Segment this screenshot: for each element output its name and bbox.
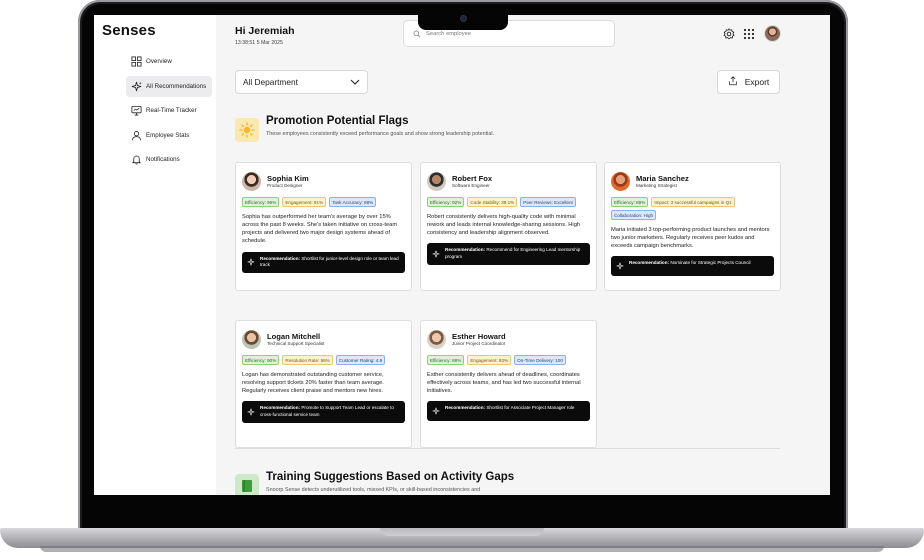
recommendation-label: Recommendation: (445, 247, 486, 253)
employee-summary: Logan has demonstrated outstanding custo… (242, 372, 384, 395)
avatar[interactable] (764, 25, 781, 42)
metric-badge: Peer Reviews: Excellent (520, 197, 576, 207)
employee-name: Logan Mitchell (267, 331, 321, 341)
metric-badge: Task Accuracy: 98% (329, 197, 377, 207)
monitor-icon (131, 105, 142, 116)
metric-badge: Resolution Rate: 96% (282, 355, 333, 365)
sidebar-item-employee-stats[interactable]: Employee Stats (126, 125, 212, 146)
employee-summary: Robert consistently delivers high-qualit… (427, 214, 581, 237)
department-value: All Department (243, 77, 298, 87)
webcam-icon (460, 15, 467, 22)
section-divider (235, 448, 780, 449)
sidebar-item-label: All Recommendations (146, 82, 207, 90)
employee-avatar (611, 172, 630, 191)
sparkle-icon (247, 258, 255, 266)
sparkle-icon (616, 263, 624, 270)
recommendation-text: Nominate for Strategic Projects Council (670, 260, 751, 266)
sidebar-item-notifications[interactable]: Notifications (126, 149, 212, 170)
employee-role: Software Engineer (452, 183, 490, 189)
metric-badge: Efficiency: 92% (427, 197, 465, 207)
recommendation-label: Recommendation: (445, 405, 486, 411)
recommendation-box[interactable]: Recommendation: Recommend for Engineerin… (427, 243, 590, 265)
metric-badge: Engagement: 93% (467, 355, 512, 365)
grid-icon (131, 56, 142, 67)
metric-badge: Customer Rating: 4.9 (335, 355, 386, 365)
sun-icon (235, 118, 259, 142)
sidebar-item-all-recommendations[interactable]: All Recommendations (126, 75, 212, 97)
export-icon (728, 76, 745, 88)
training-section-description: Snoorp Sense detects underutilized tools… (266, 487, 481, 493)
employee-avatar (427, 330, 446, 349)
metric-badge: Collaboration: High (611, 210, 657, 220)
metric-badge: Code Stability: 39.1% (467, 197, 518, 207)
metric-badge: Efficiency: 90% (242, 355, 280, 365)
promotion-section-title: Promotion Potential Flags (266, 115, 409, 127)
sparkle-icon (432, 250, 440, 258)
recommendation-label: Recommendation: (260, 405, 301, 411)
brand-logo[interactable]: Senses (102, 22, 156, 39)
promotion-section-description: These employees consistently exceed perf… (266, 131, 495, 137)
recommendation-label: Recommendation: (260, 255, 301, 261)
metric-badge: Impact: 3 successful campaigns in Q1 (651, 197, 735, 207)
gear-icon[interactable] (723, 28, 735, 40)
employee-summary: Sophia has outperformed her team's avera… (242, 214, 398, 245)
sidebar-item-label: Notifications (146, 156, 180, 163)
sidebar-nav: Overview All Recommendations Real-Time T… (126, 51, 212, 174)
department-select[interactable]: All Department (235, 70, 368, 94)
employee-role: Marketing Strategist (636, 183, 677, 189)
employee-card[interactable]: Robert Fox Software Engineer Efficiency:… (420, 162, 597, 291)
search-input[interactable] (426, 30, 596, 37)
employee-role: Junior Project Coordinator (452, 341, 506, 347)
recommendation-box[interactable]: Recommendation: Shortlist for Associate … (427, 401, 590, 422)
employee-avatar (427, 172, 446, 191)
training-section-title: Training Suggestions Based on Activity G… (266, 471, 515, 483)
bell-icon (131, 154, 142, 165)
recommendation-box[interactable]: Recommendation: Nominate for Strategic P… (611, 256, 774, 277)
employee-card[interactable]: Logan Mitchell Technical Support Special… (235, 320, 412, 448)
laptop-base-notch (380, 528, 544, 536)
metric-badge: Efficiency: 89% (611, 197, 649, 207)
employee-summary: Esther consistently delivers ahead of de… (427, 372, 581, 395)
recommendation-text: Shortlist for Associate Project Manager … (486, 405, 575, 411)
metric-badge: Efficiency: 96% (242, 197, 280, 207)
employee-name: Robert Fox (452, 173, 493, 183)
sidebar: Senses Overview All Recommendations Real… (94, 15, 216, 495)
current-datetime: 13:38:51 5 Mar 2025 (235, 40, 283, 46)
person-icon (131, 130, 142, 141)
sidebar-item-label: Real-Time Tracker (146, 107, 197, 114)
employee-avatar (242, 172, 261, 191)
employee-role: Technical Support Specialist (267, 341, 325, 347)
employee-avatar (242, 330, 261, 349)
app-screen: Senses Overview All Recommendations Real… (94, 15, 830, 495)
sparkle-icon (247, 408, 255, 416)
export-label: Export (744, 77, 770, 87)
employee-summary: Maria initiated 3 top-performing product… (611, 227, 770, 250)
metric-badge: Engagement: 91% (282, 197, 327, 207)
sparkle-icon (432, 408, 440, 415)
sparkle-icon (131, 81, 142, 92)
recommendation-box[interactable]: Recommendation: Shortlist for junior-lev… (242, 251, 405, 273)
sidebar-item-real-time-tracker[interactable]: Real-Time Tracker (126, 100, 212, 121)
sidebar-item-label: Overview (146, 58, 172, 65)
metric-badge: Efficiency: 88% (427, 355, 465, 365)
employee-name: Maria Sanchez (636, 173, 689, 183)
apps-grid-icon[interactable] (743, 28, 755, 40)
sidebar-item-overview[interactable]: Overview (126, 51, 212, 72)
page-greeting: Hi Jeremiah (235, 25, 295, 37)
employee-card[interactable]: Maria Sanchez Marketing Strategist Effic… (604, 162, 781, 291)
book-icon (235, 474, 259, 495)
recommendation-box[interactable]: Recommendation: Promote to Support Team … (242, 401, 405, 423)
employee-card[interactable]: Esther Howard Junior Project Coordinator… (420, 320, 597, 448)
employee-role: Product Designer (267, 183, 303, 189)
metric-badge: On-Time Delivery: 100 (514, 355, 566, 365)
export-button[interactable]: Export (717, 70, 780, 94)
sidebar-item-label: Employee Stats (146, 131, 190, 139)
employee-name: Sophia Kim (267, 173, 309, 183)
employee-card[interactable]: Sophia Kim Product Designer Efficiency: … (235, 162, 412, 291)
laptop-shadow (40, 546, 884, 552)
chevron-down-icon (350, 77, 360, 87)
employee-name: Esther Howard (452, 331, 506, 341)
recommendation-label: Recommendation: (629, 260, 670, 266)
